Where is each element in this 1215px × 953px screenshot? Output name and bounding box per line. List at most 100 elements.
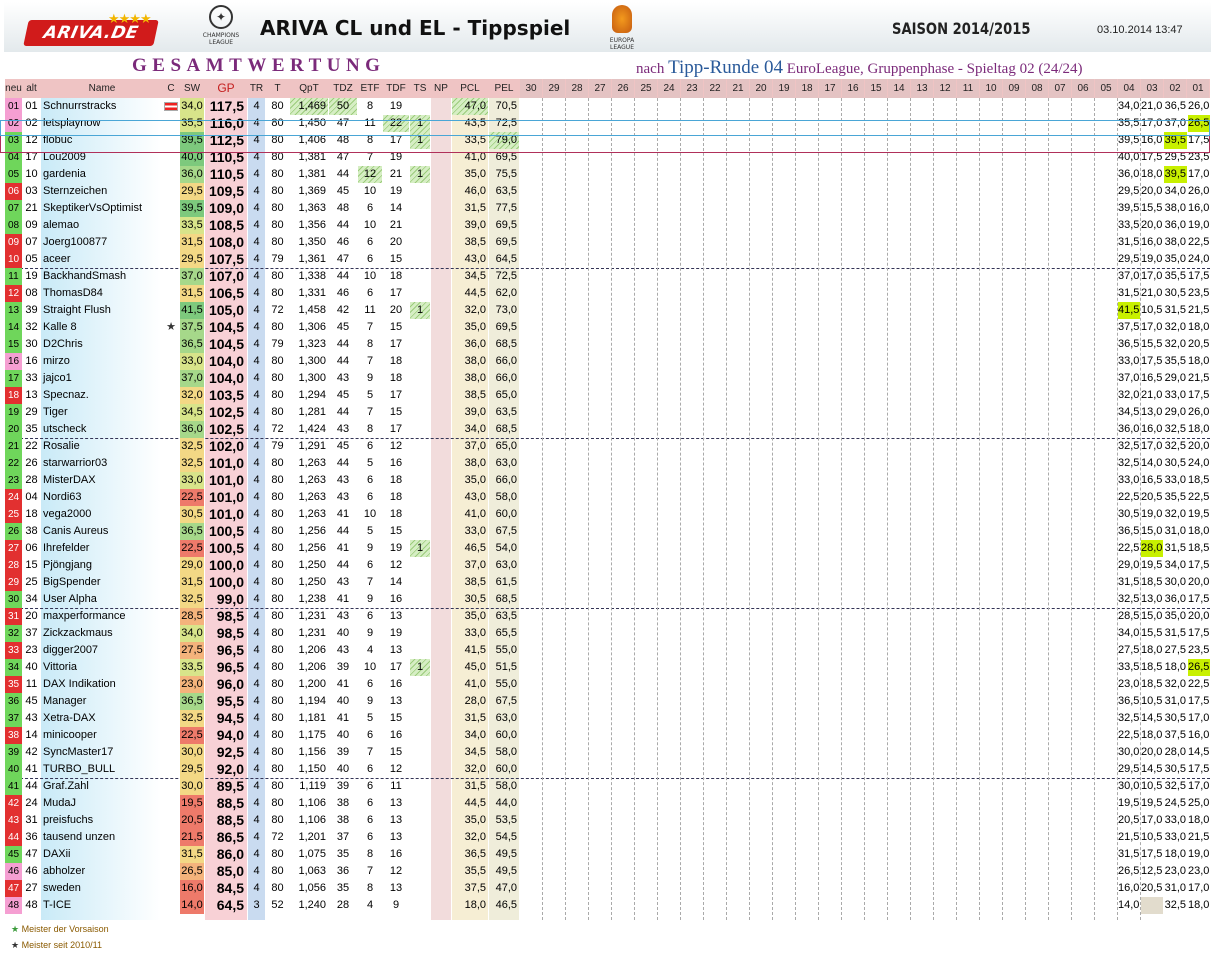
- table-row[interactable]: 46 46 abholzer 26,5 85,0 4 80 1,063 36 7 12 35,5 49,…: [5, 863, 1210, 880]
- table-row[interactable]: 18 13 Specnaz. 32,0 103,5 4 80 1,294 45 5 17 38,5 65…: [5, 387, 1210, 404]
- col-header-round-13[interactable]: 13: [911, 79, 933, 98]
- table-row[interactable]: 25 18 vega2000 30,5 101,0 4 80 1,263 41 10 18 41,0 6…: [5, 506, 1210, 523]
- col-header-round-05[interactable]: 05: [1095, 79, 1117, 98]
- table-row[interactable]: 26 38 Canis Aureus 36,5 100,5 4 80 1,256 44 5 15 33…: [5, 523, 1210, 540]
- cell-name[interactable]: MisterDAX: [41, 472, 161, 489]
- table-row[interactable]: 47 27 sweden 16,0 84,5 4 80 1,056 35 8 13 37,5 47,0 1…: [5, 880, 1210, 897]
- cell-name[interactable]: ThomasD84: [41, 285, 161, 302]
- col-header-pcl[interactable]: PCL: [452, 79, 488, 98]
- cell-name[interactable]: jajco1: [41, 370, 161, 387]
- cell-name[interactable]: Vittoria: [41, 659, 161, 676]
- cell-name[interactable]: User Alpha: [41, 591, 161, 608]
- cell-name[interactable]: BackhandSmash: [41, 268, 161, 285]
- cell-name[interactable]: maxperformance: [41, 608, 161, 625]
- cell-name[interactable]: Tiger: [41, 404, 161, 421]
- table-row[interactable]: 17 33 jajco1 37,0 104,0 4 80 1,300 43 9 18 38,0 66,0…: [5, 370, 1210, 387]
- table-row[interactable]: 15 30 D2Chris 36,5 104,5 4 79 1,323 44 8 17 36,0 68,…: [5, 336, 1210, 353]
- cell-name[interactable]: DAXii: [41, 846, 161, 863]
- cell-name[interactable]: starwarrior03: [41, 455, 161, 472]
- subtitle-round[interactable]: Tipp-Runde 04: [668, 57, 783, 78]
- col-header-round-21[interactable]: 21: [727, 79, 749, 98]
- table-row[interactable]: 40 41 TURBO_BULL 29,5 92,0 4 80 1,150 40 6 12 32,0 6…: [5, 761, 1210, 778]
- table-row[interactable]: 16 16 mirzo 33,0 104,0 4 80 1,300 44 7 18 38,0 66,0 3…: [5, 353, 1210, 370]
- table-row[interactable]: 34 40 Vittoria 33,5 96,5 4 80 1,206 39 10 17 1 45,0 5…: [5, 659, 1210, 676]
- col-header-round-06[interactable]: 06: [1072, 79, 1094, 98]
- col-header-round-16[interactable]: 16: [842, 79, 864, 98]
- table-row[interactable]: 11 19 BackhandSmash 37,0 107,0 4 80 1,338 44 10 18…: [5, 268, 1210, 285]
- col-header-round-25[interactable]: 25: [635, 79, 657, 98]
- table-row[interactable]: 10 05 aceer 29,5 107,5 4 79 1,361 47 6 15 43,0 64,5 2…: [5, 251, 1210, 268]
- col-header-round-03[interactable]: 03: [1141, 79, 1163, 98]
- cell-name[interactable]: BigSpender: [41, 574, 161, 591]
- col-header-gp[interactable]: GP: [205, 79, 247, 98]
- table-row[interactable]: 01 01 Schnurrstracks 34,0 117,5 4 80 1,469 50 8 19…: [5, 98, 1210, 115]
- cell-name[interactable]: gardenia: [41, 166, 161, 183]
- cell-name[interactable]: vega2000: [41, 506, 161, 523]
- col-header-name[interactable]: Name: [41, 79, 161, 98]
- table-row[interactable]: 31 20 maxperformance 28,5 98,5 4 80 1,231 43 6 13 3…: [5, 608, 1210, 625]
- table-row[interactable]: 44 36 tausend unzen 21,5 86,5 4 72 1,201 37 6 13 32…: [5, 829, 1210, 846]
- table-row[interactable]: 13 39 Straight Flush 41,5 105,0 4 72 1,458 42 11 2…: [5, 302, 1210, 319]
- table-row[interactable]: 33 23 digger2007 27,5 96,5 4 80 1,206 43 4 13 41,5 5…: [5, 642, 1210, 659]
- cell-name[interactable]: aceer: [41, 251, 161, 268]
- col-header-round-19[interactable]: 19: [773, 79, 795, 98]
- col-header-round-10[interactable]: 10: [980, 79, 1002, 98]
- cell-name[interactable]: Zickzackmaus: [41, 625, 161, 642]
- cell-name[interactable]: SyncMaster17: [41, 744, 161, 761]
- cell-name[interactable]: Xetra-DAX: [41, 710, 161, 727]
- cell-name[interactable]: Sternzeichen: [41, 183, 161, 200]
- table-row[interactable]: 45 47 DAXii 31,5 86,0 4 80 1,075 35 8 16 36,5 49,5 31…: [5, 846, 1210, 863]
- table-row[interactable]: 41 44 Graf.Zahl 30,0 89,5 4 80 1,119 39 6 11 31,5 58…: [5, 778, 1210, 795]
- col-header-round-29[interactable]: 29: [543, 79, 565, 98]
- cell-name[interactable]: preisfuchs: [41, 812, 161, 829]
- table-row[interactable]: 48 48 T-ICE 14,0 64,5 3 52 1,240 28 4 9 18,0 46,5 14,…: [5, 897, 1210, 914]
- col-header-round-30[interactable]: 30: [520, 79, 542, 98]
- cell-name[interactable]: Manager: [41, 693, 161, 710]
- col-header-t[interactable]: T: [266, 79, 289, 98]
- col-header-round-07[interactable]: 07: [1049, 79, 1071, 98]
- cell-name[interactable]: T-ICE: [41, 897, 161, 914]
- cell-name[interactable]: MudaJ: [41, 795, 161, 812]
- cell-name[interactable]: abholzer: [41, 863, 161, 880]
- col-header-tdz[interactable]: TDZ: [329, 79, 357, 98]
- col-header-round-15[interactable]: 15: [865, 79, 887, 98]
- col-header-alt[interactable]: alt: [23, 79, 40, 98]
- table-row[interactable]: 42 24 MudaJ 19,5 88,5 4 80 1,106 38 6 13 44,5 44,0 19…: [5, 795, 1210, 812]
- cell-name[interactable]: Ihrefelder: [41, 540, 161, 557]
- cell-name[interactable]: DAX Indikation: [41, 676, 161, 693]
- cell-name[interactable]: Nordi63: [41, 489, 161, 506]
- cell-name[interactable]: Rosalie: [41, 438, 161, 455]
- cell-name[interactable]: Specnaz.: [41, 387, 161, 404]
- cell-name[interactable]: minicooper: [41, 727, 161, 744]
- col-header-round-23[interactable]: 23: [681, 79, 703, 98]
- table-row[interactable]: 28 15 Pjöngjang 29,0 100,0 4 80 1,250 44 6 12 37,0 6…: [5, 557, 1210, 574]
- cell-name[interactable]: Joerg100877: [41, 234, 161, 251]
- table-row[interactable]: 35 11 DAX Indikation 23,0 96,0 4 80 1,200 41 6 16 4…: [5, 676, 1210, 693]
- cell-name[interactable]: utscheck: [41, 421, 161, 438]
- table-row[interactable]: 43 31 preisfuchs 20,5 88,5 4 80 1,106 38 6 13 35,0 5…: [5, 812, 1210, 829]
- col-header-pel[interactable]: PEL: [489, 79, 519, 98]
- table-row[interactable]: 38 14 minicooper 22,5 94,0 4 80 1,175 40 6 16 34,0 6…: [5, 727, 1210, 744]
- cell-name[interactable]: D2Chris: [41, 336, 161, 353]
- col-header-round-24[interactable]: 24: [658, 79, 680, 98]
- cell-name[interactable]: Canis Aureus: [41, 523, 161, 540]
- col-header-sw[interactable]: SW: [180, 79, 204, 98]
- col-header-tr[interactable]: TR: [248, 79, 265, 98]
- table-row[interactable]: 19 29 Tiger 34,5 102,5 4 80 1,281 44 7 15 39,0 63,5 3…: [5, 404, 1210, 421]
- col-header-round-02[interactable]: 02: [1164, 79, 1186, 98]
- col-header-round-22[interactable]: 22: [704, 79, 726, 98]
- table-row[interactable]: 12 08 ThomasD84 31,5 106,5 4 80 1,331 46 6 17 44,5 6…: [5, 285, 1210, 302]
- table-row[interactable]: 14 32 Kalle 8 ★ 37,5 104,5 4 80 1,306 45 7 15 35,0 69…: [5, 319, 1210, 336]
- table-row[interactable]: 24 04 Nordi63 22,5 101,0 4 80 1,263 43 6 18 43,0 58,…: [5, 489, 1210, 506]
- col-header-qpt[interactable]: QpT: [290, 79, 328, 98]
- table-row[interactable]: 29 25 BigSpender 31,5 100,0 4 80 1,250 43 7 14 38,5…: [5, 574, 1210, 591]
- table-row[interactable]: 05 10 gardenia 36,0 110,5 4 80 1,381 44 12 21 1 35,0…: [5, 166, 1210, 183]
- col-header-round-08[interactable]: 08: [1026, 79, 1048, 98]
- table-row[interactable]: 27 06 Ihrefelder 22,5 100,5 4 80 1,256 41 9 19 1 46,…: [5, 540, 1210, 557]
- table-row[interactable]: 39 42 SyncMaster17 30,0 92,5 4 80 1,156 39 7 15 34,…: [5, 744, 1210, 761]
- col-header-neu[interactable]: neu: [5, 79, 22, 98]
- col-header-round-11[interactable]: 11: [957, 79, 979, 98]
- table-row[interactable]: 32 37 Zickzackmaus 34,0 98,5 4 80 1,231 40 9 19 33,…: [5, 625, 1210, 642]
- col-header-np[interactable]: NP: [431, 79, 451, 98]
- cell-name[interactable]: Kalle 8: [41, 319, 161, 336]
